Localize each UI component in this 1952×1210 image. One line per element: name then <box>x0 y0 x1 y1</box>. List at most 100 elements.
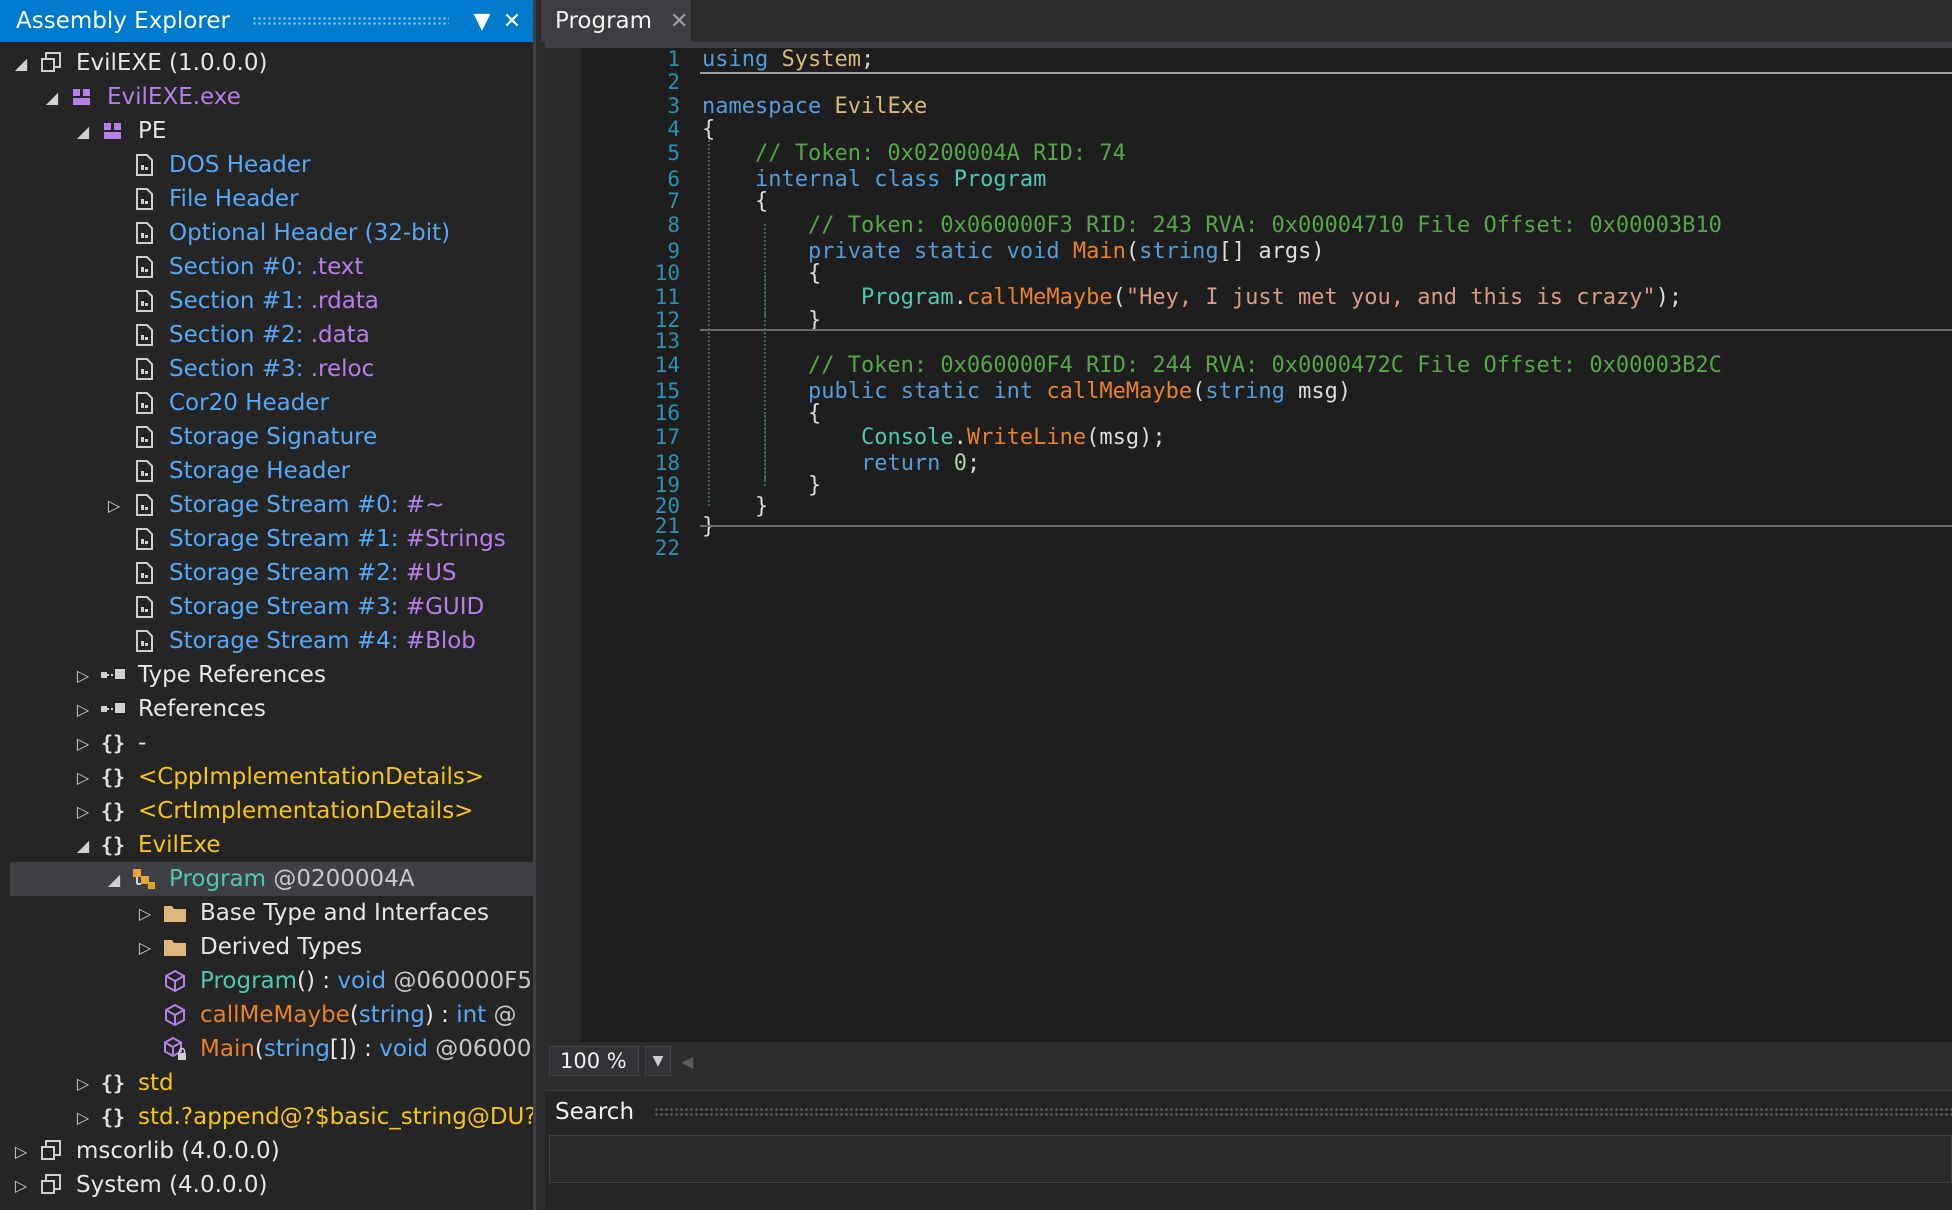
tree-node[interactable]: ▷ Type References <box>10 658 533 692</box>
tree-node[interactable]: Storage Stream #1: #Strings <box>10 522 533 556</box>
document-icon <box>131 492 157 518</box>
expand-arrow-icon[interactable]: ▷ <box>72 698 94 720</box>
tree-node[interactable]: File Header <box>10 182 533 216</box>
document-icon <box>131 424 157 450</box>
code-text: { <box>680 401 821 426</box>
code-text: { <box>680 189 768 214</box>
code-line[interactable]: 14 // Token: 0x060000F4 RID: 244 RVA: 0x… <box>581 352 1952 378</box>
close-icon[interactable]: ✕ <box>497 6 527 36</box>
code-line[interactable]: 17 Console.WriteLine(msg); <box>581 424 1952 450</box>
code-text: { <box>680 117 715 142</box>
tree-node[interactable]: ◢ Program @0200004A <box>10 862 533 896</box>
code-token: ; <box>860 46 875 72</box>
tree-node[interactable]: Section #1: .rdata <box>10 284 533 318</box>
code-token: Console <box>860 424 954 450</box>
code-line[interactable]: 16 { <box>581 400 1952 426</box>
tree-node[interactable]: Storage Stream #3: #GUID <box>10 590 533 624</box>
expand-arrow-icon[interactable]: ▷ <box>134 902 156 924</box>
tree-node[interactable]: Storage Stream #4: #Blob <box>10 624 533 658</box>
tree-node[interactable]: ▷ Derived Types <box>10 930 533 964</box>
collapse-arrow-icon[interactable]: ◢ <box>103 868 125 890</box>
code-editor[interactable]: 1 using System; 2 3 namespace EvilExe 4{5 // … <box>545 42 1952 1042</box>
chevron-down-icon[interactable]: ▼ <box>467 6 497 36</box>
line-number: 11 <box>654 285 680 309</box>
tree-node-text: Optional Header (32-bit) <box>169 220 451 246</box>
code-area[interactable]: 1 using System; 2 3 namespace EvilExe 4{5 // … <box>581 46 1952 1042</box>
tree-node[interactable]: Main(string[]) : void @06000 <box>10 1032 533 1066</box>
code-line[interactable]: 22 <box>581 535 1952 561</box>
tree-node[interactable]: Storage Signature <box>10 420 533 454</box>
expand-arrow-icon[interactable]: ▷ <box>72 732 94 754</box>
tree-node[interactable]: ▷ mscorlib (4.0.0.0) <box>10 1134 533 1168</box>
tree-node[interactable]: Section #3: .reloc <box>10 352 533 386</box>
tree-node[interactable]: ▷ References <box>10 692 533 726</box>
tree-node[interactable]: Section #2: .data <box>10 318 533 352</box>
chevron-down-icon[interactable]: ▼ <box>645 1046 671 1076</box>
code-token: "Hey, I just met you, and this is crazy" <box>1125 284 1656 310</box>
tree-node[interactable]: ▷ System (4.0.0.0) <box>10 1168 533 1202</box>
code-line[interactable]: 4{ <box>581 116 1952 142</box>
line-number: 10 <box>654 261 680 285</box>
code-token: Program <box>860 284 954 310</box>
code-line[interactable]: 10 { <box>581 260 1952 286</box>
code-token: { <box>702 400 822 426</box>
tree-node[interactable]: Optional Header (32-bit) <box>10 216 533 250</box>
tree-node[interactable]: ▷ {} <CrtImplementationDetails> <box>10 794 533 828</box>
code-line[interactable]: 5 // Token: 0x0200004A RID: 74 <box>581 140 1952 166</box>
tab-program[interactable]: Program ✕ <box>541 0 691 42</box>
tree-node[interactable]: ▷ Storage Stream #0: #~ <box>10 488 533 522</box>
code-line[interactable]: 7 { <box>581 188 1952 214</box>
tree-node[interactable]: ◢ EvilEXE.exe <box>10 80 533 114</box>
collapse-arrow-icon[interactable]: ◢ <box>41 86 63 108</box>
line-number: 3 <box>667 94 680 118</box>
member-separator <box>700 329 1952 331</box>
search-input[interactable] <box>549 1135 1952 1183</box>
tree-node[interactable]: DOS Header <box>10 148 533 182</box>
close-icon[interactable]: ✕ <box>670 9 688 34</box>
tree-node[interactable]: ◢ EvilEXE (1.0.0.0) <box>10 46 533 80</box>
tree-node[interactable]: Section #0: .text <box>10 250 533 284</box>
collapse-arrow-icon[interactable]: ◢ <box>10 52 32 74</box>
module-icon <box>100 118 126 144</box>
expand-arrow-icon[interactable]: ▷ <box>72 800 94 822</box>
expand-arrow-icon[interactable]: ▷ <box>72 766 94 788</box>
tree-node[interactable]: ▷ {} - <box>10 726 533 760</box>
tree-node-text: Base Type and Interfaces <box>200 900 489 926</box>
tree-node-label: Storage Stream #3: #GUID <box>169 594 484 620</box>
tree-node[interactable]: ▷ Base Type and Interfaces <box>10 896 533 930</box>
panel-drag-grip[interactable] <box>654 1107 1952 1117</box>
document-icon <box>131 322 157 348</box>
tree-node[interactable]: callMeMaybe(string) : int @ <box>10 998 533 1032</box>
tree-node-text: .text <box>310 254 364 280</box>
tree-node[interactable]: ▷ {} <CppImplementationDetails> <box>10 760 533 794</box>
scroll-left-icon[interactable]: ◀ <box>681 1052 693 1071</box>
tree-node[interactable]: ◢ {} EvilExe <box>10 828 533 862</box>
expand-arrow-icon[interactable]: ▷ <box>10 1174 32 1196</box>
collapse-arrow-icon[interactable]: ◢ <box>72 834 94 856</box>
tree-node[interactable]: ▷ {} std.?append@?$basic_string@DU?$ <box>10 1100 533 1134</box>
code-line[interactable]: 8 // Token: 0x060000F3 RID: 243 RVA: 0x0… <box>581 212 1952 238</box>
expand-arrow-icon[interactable]: ▷ <box>72 1106 94 1128</box>
tree-node[interactable]: Storage Header <box>10 454 533 488</box>
expand-arrow-icon[interactable]: ▷ <box>72 664 94 686</box>
expand-arrow-icon[interactable]: ▷ <box>72 1072 94 1094</box>
tree-node[interactable]: Storage Stream #2: #US <box>10 556 533 590</box>
tree-node-label: Type References <box>138 662 326 688</box>
tree-node[interactable]: ◢ PE <box>10 114 533 148</box>
tree-node[interactable]: ▷ {} std <box>10 1066 533 1100</box>
tree-node-label: References <box>138 696 266 722</box>
panel-drag-grip[interactable] <box>251 16 449 26</box>
tree-node-text: EvilEXE.exe <box>107 84 241 110</box>
references-icon <box>100 662 126 688</box>
code-line[interactable]: 13 <box>581 328 1952 354</box>
expand-arrow-icon[interactable]: ▷ <box>10 1140 32 1162</box>
zoom-level-field[interactable]: 100 % <box>549 1046 639 1076</box>
tree-node-label: Section #3: .reloc <box>169 356 374 382</box>
tree-node[interactable]: Program() : void @060000F5 <box>10 964 533 998</box>
tree-node[interactable]: Cor20 Header <box>10 386 533 420</box>
collapse-arrow-icon[interactable]: ◢ <box>72 120 94 142</box>
expand-arrow-icon[interactable]: ▷ <box>134 936 156 958</box>
svg-text:{}: {} <box>101 799 125 823</box>
expand-arrow-icon[interactable]: ▷ <box>103 494 125 516</box>
